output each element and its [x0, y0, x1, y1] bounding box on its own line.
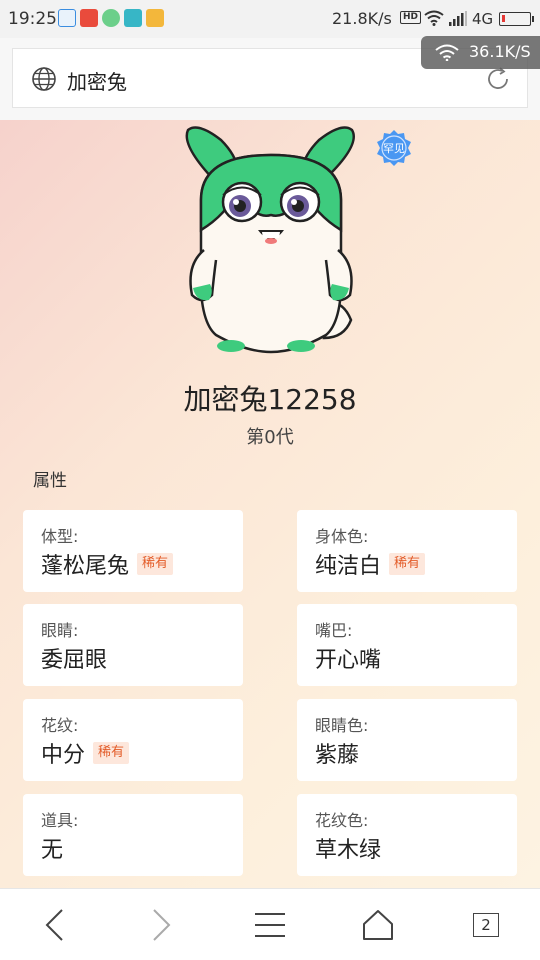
battery-level — [502, 15, 505, 22]
qq-notification-icon — [58, 9, 76, 27]
rabbit-illustration — [185, 126, 355, 354]
rarity-label: 罕见 — [383, 142, 405, 155]
wifi-icon — [424, 10, 444, 26]
notification-icons — [58, 9, 164, 27]
attribute-value-text: 草木绿 — [315, 838, 382, 863]
globe-icon — [32, 67, 56, 91]
attribute-label: 眼睛: — [41, 621, 79, 640]
attribute-card: 体型: 蓬松尾兔 稀有 — [23, 510, 243, 592]
attribute-card: 嘴巴: 开心嘴 — [297, 604, 517, 686]
attribute-value: 紫藤 — [315, 737, 359, 769]
attribute-label: 体型: — [41, 527, 79, 546]
attribute-card: 眼睛: 委屈眼 — [23, 604, 243, 686]
hd-icon: HD — [400, 11, 422, 24]
attribute-card: 道具: 无 — [23, 794, 243, 876]
app-yellow-notification-icon — [146, 9, 164, 27]
attribute-card: 花纹色: 草木绿 — [297, 794, 517, 876]
battery-icon — [499, 12, 534, 26]
status-bar: 19:25 21.8K/s HD 4G — [0, 0, 540, 38]
tabs-count: 2 — [473, 913, 499, 937]
rare-tag: 稀有 — [389, 553, 426, 575]
attribute-value-text: 紫藤 — [315, 743, 360, 768]
attribute-label: 身体色: — [315, 527, 369, 546]
chevron-left-icon — [45, 909, 63, 941]
chevron-right-icon — [153, 909, 171, 941]
attribute-card: 眼睛色: 紫藤 — [297, 699, 517, 781]
attribute-value-text: 委屈眼 — [41, 648, 108, 673]
attribute-value: 开心嘴 — [315, 642, 381, 674]
attribute-value-text: 蓬松尾兔 — [41, 554, 130, 579]
app-teal-notification-icon — [124, 9, 142, 27]
browser-page: 19:25 21.8K/s HD 4G 加密兔 36.1K/S 罕见 加密兔12… — [0, 0, 540, 960]
attribute-value: 纯洁白 稀有 — [315, 548, 426, 580]
attribute-value: 草木绿 — [315, 832, 381, 864]
menu-button[interactable] — [216, 889, 324, 960]
attribute-label: 花纹: — [41, 716, 79, 735]
attribute-value-text: 纯洁白 — [315, 554, 382, 579]
status-time: 19:25 — [8, 9, 57, 29]
tabs-button[interactable]: 2 — [432, 889, 540, 960]
menu-icon — [255, 913, 285, 937]
wifi-icon — [435, 44, 459, 61]
rarity-badge: 罕见 — [375, 129, 413, 171]
network-type: 4G — [472, 10, 494, 28]
attribute-value: 中分 稀有 — [41, 737, 130, 769]
app-red-notification-icon — [80, 9, 98, 27]
attribute-label: 道具: — [41, 811, 79, 830]
attribute-label: 花纹色: — [315, 811, 369, 830]
rare-tag: 稀有 — [93, 742, 130, 764]
overlay-net-speed: 36.1K/S — [469, 42, 531, 61]
attribute-value-text: 无 — [41, 838, 64, 863]
status-net-speed: 21.8K/s — [332, 9, 392, 28]
page-title: 加密兔 — [67, 70, 127, 94]
home-icon — [363, 910, 393, 940]
net-speed-overlay[interactable]: 36.1K/S — [421, 36, 540, 69]
attribute-card: 身体色: 纯洁白 稀有 — [297, 510, 517, 592]
bottom-navigation: 2 — [0, 888, 540, 960]
pet-detail-content: 罕见 加密兔12258 第0代 属性 体型: 蓬松尾兔 稀有 身体色: 纯洁白 … — [0, 120, 540, 888]
attribute-value-text: 开心嘴 — [315, 648, 382, 673]
attribute-label: 眼睛色: — [315, 716, 369, 735]
forward-button[interactable] — [108, 889, 216, 960]
attribute-value: 蓬松尾兔 稀有 — [41, 548, 174, 580]
attribute-label: 嘴巴: — [315, 621, 353, 640]
app-green-notification-icon — [102, 9, 120, 27]
attribute-value: 无 — [41, 832, 63, 864]
attribute-value: 委屈眼 — [41, 642, 107, 674]
attribute-card: 花纹: 中分 稀有 — [23, 699, 243, 781]
home-button[interactable] — [324, 889, 432, 960]
attributes-heading: 属性 — [33, 471, 67, 491]
rare-tag: 稀有 — [137, 553, 174, 575]
back-button[interactable] — [0, 889, 108, 960]
pet-name: 加密兔12258 — [183, 383, 357, 416]
signal-icon — [449, 11, 467, 26]
pet-generation: 第0代 — [246, 427, 294, 448]
attribute-value-text: 中分 — [41, 743, 86, 768]
